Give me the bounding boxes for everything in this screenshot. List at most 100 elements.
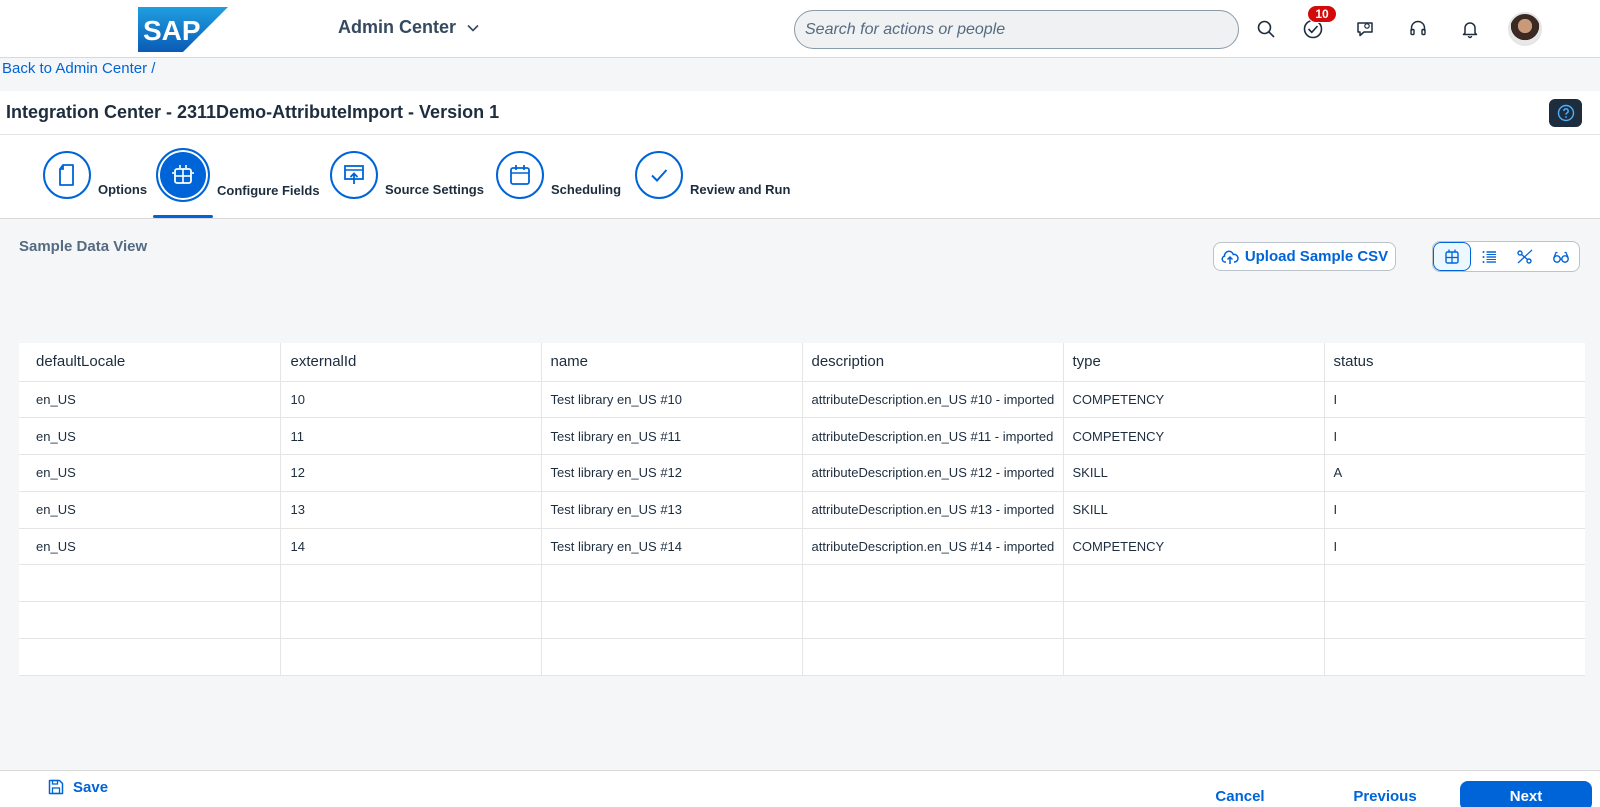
cloud-upload-icon bbox=[1221, 250, 1239, 264]
save-label: Save bbox=[73, 778, 109, 796]
table-cell-description bbox=[802, 638, 1064, 676]
notification-count-badge: 10 bbox=[1307, 5, 1337, 23]
table-cell-externalid: 11 bbox=[280, 417, 542, 456]
sap-logo[interactable]: SAP bbox=[138, 7, 228, 52]
search-input[interactable] bbox=[805, 20, 1238, 39]
table-cell-status: I bbox=[1324, 491, 1585, 529]
table-cell-externalid: 13 bbox=[280, 491, 542, 529]
table-row: en_US 11 Test library en_US #11 attributeDe… bbox=[19, 417, 1585, 456]
step-label: Options bbox=[98, 181, 148, 197]
chevron-down-icon bbox=[467, 24, 479, 32]
active-step-indicator bbox=[153, 215, 213, 218]
save-icon bbox=[48, 779, 64, 795]
table-cell-externalid: 10 bbox=[280, 381, 542, 419]
wizard-step-review-and-run[interactable]: Review and Run bbox=[635, 151, 790, 199]
app-title-label: Admin Center bbox=[338, 17, 457, 37]
section-title: Sample Data View bbox=[19, 238, 148, 255]
checkmark-icon bbox=[651, 169, 668, 182]
column-header-status[interactable]: status bbox=[1324, 343, 1585, 382]
table-cell-defaultlocale: en_US bbox=[19, 454, 281, 492]
column-header-externalid[interactable]: externalId bbox=[280, 343, 542, 382]
step-label: Review and Run bbox=[690, 181, 791, 197]
table-cell-externalid bbox=[280, 601, 542, 640]
sap-logo-text: SAP bbox=[143, 15, 201, 46]
shell-header: SAP Admin Center 10 bbox=[0, 0, 1600, 58]
table-cell-defaultlocale: en_US bbox=[19, 417, 281, 456]
column-header-type[interactable]: type bbox=[1063, 343, 1325, 382]
wizard-step-source-settings[interactable]: Source Settings bbox=[330, 151, 484, 199]
upload-sample-csv-button[interactable]: Upload Sample CSV bbox=[1213, 242, 1396, 271]
feedback-button[interactable] bbox=[1350, 14, 1380, 44]
table-cell-externalid bbox=[280, 638, 542, 676]
table-cell-status bbox=[1324, 638, 1585, 676]
table-cell-name bbox=[541, 564, 803, 603]
support-button[interactable] bbox=[1403, 14, 1433, 44]
cancel-button[interactable]: Cancel bbox=[1190, 781, 1290, 807]
table-header-row: defaultLocale externalId name description ty… bbox=[19, 343, 1585, 382]
user-avatar[interactable] bbox=[1508, 12, 1542, 46]
column-header-name[interactable]: name bbox=[541, 343, 803, 382]
wizard-step-configure-fields[interactable]: Configure Fields bbox=[156, 148, 320, 202]
column-header-defaultlocale[interactable]: defaultLocale bbox=[19, 343, 281, 382]
table-cell-defaultlocale bbox=[19, 601, 281, 640]
column-header-description[interactable]: description bbox=[802, 343, 1064, 382]
step-label: Source Settings bbox=[385, 181, 484, 197]
wizard-progress-bar: Options Configure Fields Source Settings… bbox=[0, 135, 1600, 219]
list-icon bbox=[1482, 250, 1496, 263]
next-button[interactable]: Next bbox=[1460, 781, 1592, 807]
table-row bbox=[19, 564, 1585, 603]
table-cell-name: Test library en_US #11 bbox=[541, 417, 803, 456]
step-circle bbox=[330, 151, 378, 199]
table-cell-defaultlocale bbox=[19, 564, 281, 603]
breadcrumb-back-to-admin-center[interactable]: Back to Admin Center / bbox=[2, 60, 155, 77]
table-cell-description: attributeDescription.en_US #13 - importe… bbox=[802, 491, 1064, 529]
table-cell-defaultlocale: en_US bbox=[19, 381, 281, 419]
table-row bbox=[19, 638, 1585, 676]
help-button[interactable] bbox=[1549, 99, 1582, 127]
table-cell-defaultlocale bbox=[19, 638, 281, 676]
table-view-icon bbox=[1445, 249, 1459, 264]
bell-icon bbox=[1462, 22, 1478, 39]
sample-data-table: defaultLocale externalId name description ty… bbox=[19, 343, 1585, 676]
step-label: Configure Fields bbox=[217, 183, 320, 198]
table-cell-defaultlocale: en_US bbox=[19, 491, 281, 529]
page-title: Integration Center - 2311Demo-AttributeI… bbox=[6, 102, 500, 122]
table-cell-name bbox=[541, 638, 803, 676]
step-circle bbox=[496, 151, 544, 199]
table-cell-externalid: 12 bbox=[280, 454, 542, 492]
footer-toolbar: Save Cancel Previous Next bbox=[0, 770, 1600, 807]
search-icon bbox=[1257, 20, 1275, 38]
table-cell-externalid: 14 bbox=[280, 528, 542, 566]
notifications-button[interactable] bbox=[1455, 14, 1485, 44]
search-field[interactable] bbox=[794, 10, 1239, 49]
wizard-step-scheduling[interactable]: Scheduling bbox=[496, 151, 621, 199]
step-circle bbox=[156, 148, 210, 202]
table-cell-status: I bbox=[1324, 528, 1585, 566]
app-title-menu[interactable]: Admin Center bbox=[338, 17, 480, 38]
save-button[interactable]: Save bbox=[47, 778, 108, 796]
table-cell-description bbox=[802, 601, 1064, 640]
page-header: Integration Center - 2311Demo-AttributeI… bbox=[0, 91, 1600, 135]
mapping-icon bbox=[1517, 249, 1533, 264]
table-cell-status bbox=[1324, 564, 1585, 603]
table-cell-name: Test library en_US #10 bbox=[541, 381, 803, 419]
chat-icon bbox=[1357, 22, 1373, 37]
table-row bbox=[19, 601, 1585, 640]
table-row: en_US 14 Test library en_US #14 attributeDe… bbox=[19, 528, 1585, 566]
list-view-button[interactable] bbox=[1471, 242, 1507, 271]
table-cell-type: SKILL bbox=[1063, 491, 1325, 529]
upload-sample-csv-label: Upload Sample CSV bbox=[1244, 248, 1389, 265]
table-cell-description: attributeDescription.en_US #10 - importe… bbox=[802, 381, 1064, 419]
table-cell-defaultlocale: en_US bbox=[19, 528, 281, 566]
table-cell-status bbox=[1324, 601, 1585, 640]
search-button[interactable] bbox=[1251, 14, 1281, 44]
table-cell-type: SKILL bbox=[1063, 454, 1325, 492]
previous-button[interactable]: Previous bbox=[1330, 781, 1440, 807]
mapping-view-button[interactable] bbox=[1507, 242, 1543, 271]
wizard-step-options[interactable]: Options bbox=[43, 151, 147, 199]
table-cell-type bbox=[1063, 564, 1325, 603]
configure-fields-icon bbox=[172, 165, 194, 184]
preview-view-button[interactable] bbox=[1543, 242, 1579, 271]
view-mode-selector bbox=[1432, 241, 1580, 272]
table-view-button[interactable] bbox=[1433, 242, 1471, 271]
